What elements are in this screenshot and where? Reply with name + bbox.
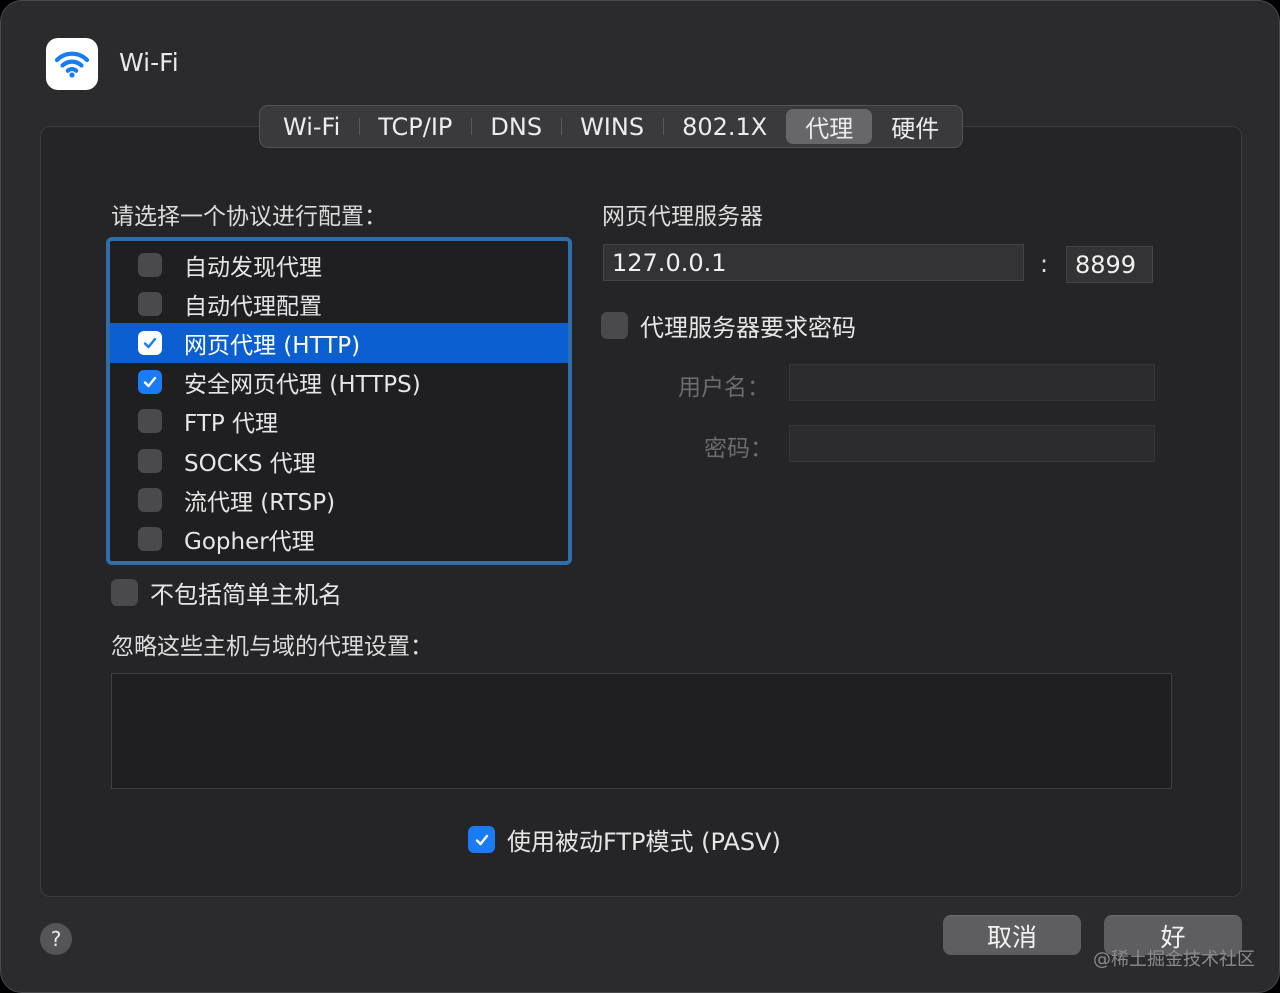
protocol-label: 自动代理配置 [184,293,322,320]
checkmark-icon [143,337,157,349]
protocol-item[interactable]: SOCKS 代理 [110,441,568,480]
pasv-option[interactable]: 使用被动FTP模式 (PASV) [468,822,781,857]
network-proxy-dialog: Wi-Fi Wi-Fi TCP/IP DNS WINS 802.1X 代理 硬件… [0,0,1280,993]
password-field [789,425,1155,462]
bypass-heading: 忽略这些主机与域的代理设置： [111,634,433,660]
tab-wins[interactable]: WINS [561,109,663,144]
checkbox[interactable] [138,448,162,473]
protocol-item[interactable]: 安全网页代理 (HTTPS) [110,363,568,402]
password-label: 密码： [704,436,773,462]
pasv-label: 使用被动FTP模式 (PASV) [507,828,781,856]
protocol-item[interactable]: 自动代理配置 [110,284,568,323]
checkbox[interactable] [138,487,162,512]
protocol-label: 安全网页代理 (HTTPS) [184,372,421,399]
tab-hardware[interactable]: 硬件 [872,109,958,144]
protocol-item[interactable]: Gopher代理 [110,519,568,558]
exclude-simple-hostnames-label: 不包括简单主机名 [150,581,342,609]
checkbox[interactable] [138,526,162,551]
tab-proxy[interactable]: 代理 [786,109,873,144]
protocol-item[interactable]: 网页代理 (HTTP) [110,323,568,363]
window-title: Wi-Fi [119,48,179,77]
protocol-item[interactable]: 流代理 (RTSP) [110,480,568,519]
port-separator: : [1040,250,1049,278]
proxy-port-field[interactable]: 8899 [1066,246,1153,283]
tab-wifi[interactable]: Wi-Fi [264,109,359,144]
username-label: 用户名： [678,375,770,401]
bypass-hosts-textarea[interactable] [111,673,1172,789]
checkbox[interactable] [138,330,162,355]
tab-8021x[interactable]: 802.1X [663,109,786,144]
tab-bar: Wi-Fi TCP/IP DNS WINS 802.1X 代理 硬件 [259,105,964,148]
checkmark-icon [143,376,157,388]
protocol-item[interactable]: 自动发现代理 [110,245,568,284]
protocol-label: 网页代理 (HTTP) [184,332,361,359]
requires-password-label: 代理服务器要求密码 [640,314,856,342]
protocol-list[interactable]: 自动发现代理 自动代理配置 网页代理 (HTTP) 安全网页代理 (HTTPS)… [106,237,572,565]
cancel-button[interactable]: 取消 [943,915,1081,955]
checkbox[interactable] [601,312,628,339]
protocol-label: 自动发现代理 [184,254,322,281]
checkbox[interactable] [138,291,162,316]
protocol-label: SOCKS 代理 [184,450,316,477]
watermark: @稀土掘金技术社区 [1093,949,1255,970]
checkbox[interactable] [111,579,138,606]
checkbox[interactable] [138,409,162,434]
protocol-label: FTP 代理 [184,411,279,438]
tab-tcpip[interactable]: TCP/IP [359,109,471,144]
protocol-list-heading: 请选择一个协议进行配置： [111,204,387,230]
protocol-item[interactable]: FTP 代理 [110,402,568,441]
checkbox[interactable] [138,252,162,277]
help-button[interactable]: ? [40,923,72,955]
username-field [789,364,1155,401]
proxy-host-field[interactable]: 127.0.0.1 [603,244,1024,281]
exclude-simple-hostnames-option[interactable]: 不包括简单主机名 [111,575,342,610]
checkmark-icon [475,834,488,845]
requires-password-option[interactable]: 代理服务器要求密码 [601,308,856,343]
tab-dns[interactable]: DNS [471,109,561,144]
protocol-label: 流代理 (RTSP) [184,489,336,516]
wifi-icon [46,38,98,90]
checkbox[interactable] [468,826,495,853]
protocol-label: Gopher代理 [184,528,315,555]
checkbox[interactable] [138,370,162,395]
proxy-server-heading: 网页代理服务器 [602,204,763,230]
